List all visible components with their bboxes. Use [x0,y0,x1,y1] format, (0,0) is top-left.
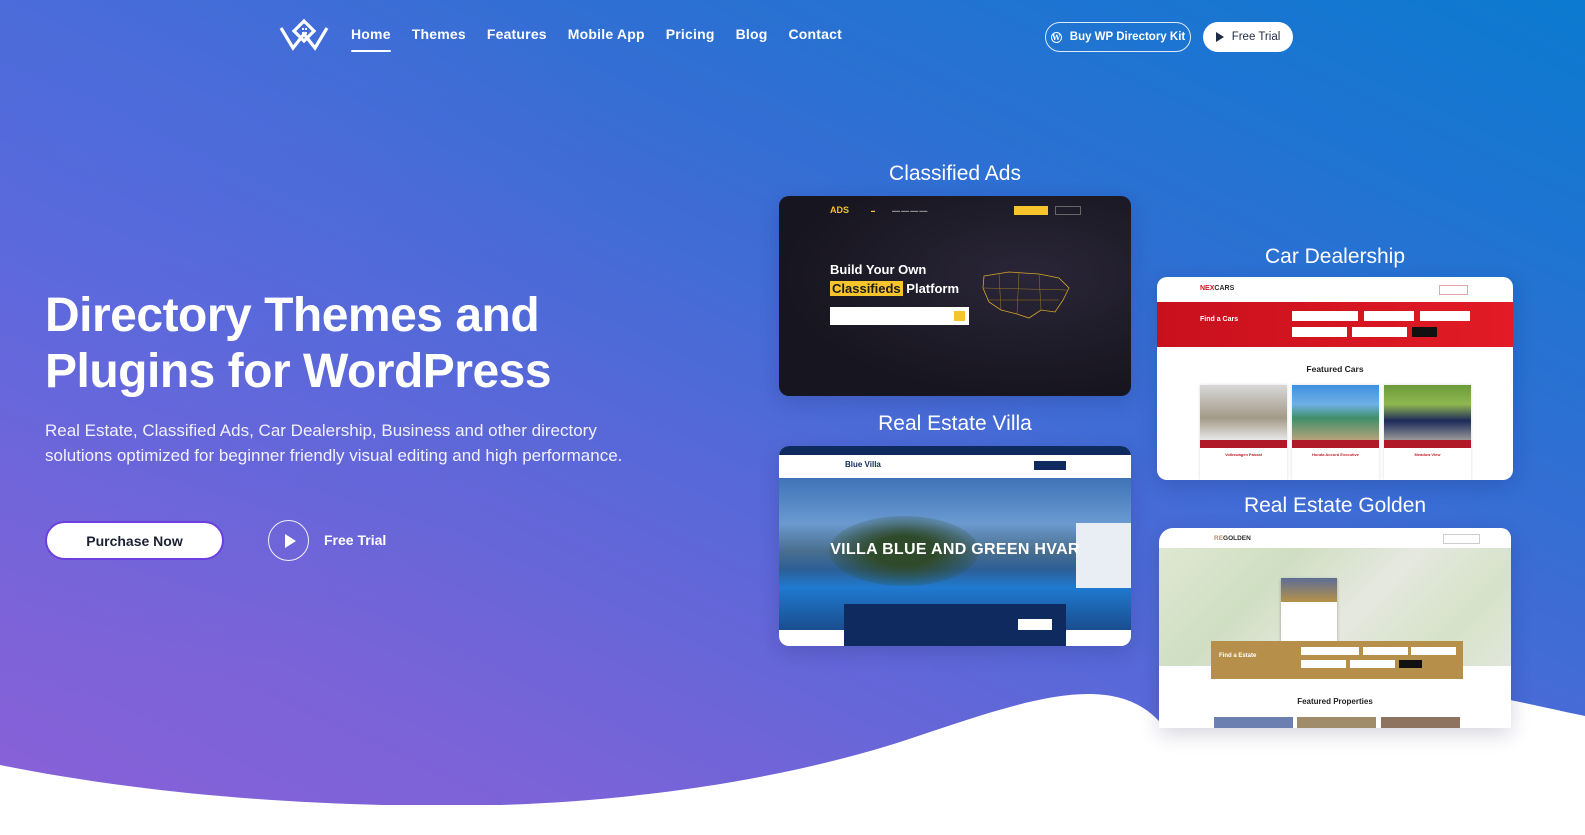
preview-title-classified-ads: Classified Ads [889,162,1021,185]
golden-map-popup [1281,578,1337,648]
golden-popup-photo [1281,578,1337,602]
villa-nav-button [1034,461,1066,470]
cars-more-button [1412,327,1437,337]
us-map-illustration [982,271,1070,319]
ads-nav-home-link: ▬ [871,208,875,213]
ads-search-icon [954,311,965,321]
car-photo [1384,385,1471,440]
villa-info-bar [779,446,1131,455]
car-name: Meadow View [1414,452,1441,457]
golden-brand: REGOLDEN [1214,535,1251,542]
golden-input [1350,660,1395,668]
ads-headline-highlight: Classifieds [830,281,903,296]
golden-brand-accent: RE [1214,535,1224,542]
ads-headline-1: Build Your Own [830,262,927,277]
car-photo [1200,385,1287,440]
car-listing: Volkswagen Passat [1200,385,1287,480]
ads-headline: Build Your Own Classifieds Platform [830,260,959,298]
car-strip [1200,440,1287,448]
golden-search-title: Find a Estate [1219,653,1257,659]
page-bottom-area [0,805,1585,835]
golden-input [1301,647,1359,655]
preview-title-car-dealership: Car Dealership [1264,245,1406,268]
preview-card-classified-ads[interactable]: ADS ▬ ▬▬ ▬▬ ▬▬ ▬▬ Build Your Own Classif… [779,196,1131,396]
cars-input [1364,311,1414,321]
car-listing: Honda Accord Executive [1292,385,1379,480]
cars-search-banner: Find a Cars [1157,302,1513,347]
cars-banner-title: Find a Cars [1200,316,1239,323]
car-strip [1384,440,1471,448]
car-photo [1292,385,1379,440]
golden-brand-rest: GOLDEN [1223,535,1251,542]
cars-add-button [1439,285,1468,295]
golden-section-title: Featured Properties [1297,697,1373,706]
villa-navbar [779,455,1131,478]
golden-input [1301,660,1346,668]
cars-brand: NEXCARS [1200,285,1234,292]
preview-title-real-estate-golden: Real Estate Golden [1243,494,1427,517]
hero-section: Home Themes Features Mobile App Pricing … [0,0,1585,835]
golden-more-button [1399,660,1422,668]
cars-input [1292,327,1347,337]
ads-currency-select [1055,206,1081,215]
preview-card-real-estate-golden[interactable]: REGOLDEN Find a Estate Featured Properti… [1159,528,1511,728]
golden-add-listing-button [1443,534,1480,544]
preview-card-car-dealership[interactable]: NEXCARS Find a Cars Featured Cars Volksw… [1157,277,1513,480]
golden-input [1411,647,1456,655]
cars-input [1352,327,1407,337]
car-strip [1292,440,1379,448]
villa-hero-title: VILLA BLUE AND GREEN HVAR [830,541,1080,558]
ads-brand: ADS [830,205,850,215]
preview-card-real-estate-villa[interactable]: Blue Villa VILLA BLUE AND GREEN HVAR [779,446,1131,646]
property-thumbnail [1297,717,1376,728]
preview-title-real-estate-villa: Real Estate Villa [878,412,1032,435]
cars-brand-accent: NEX [1200,285,1215,292]
cars-brand-rest: CARS [1214,285,1235,292]
cars-input [1292,311,1358,321]
ads-nav-placeholder: ▬▬ ▬▬ ▬▬ ▬▬ [892,208,928,213]
ads-headline-2: Platform [906,281,960,296]
villa-booking-form [844,604,1066,646]
car-name: Honda Accord Executive [1312,452,1359,457]
cars-section-title: Featured Cars [1306,364,1364,374]
golden-input [1363,647,1408,655]
villa-brand: Blue Villa [845,460,881,469]
ads-search-bar [830,307,969,325]
golden-search-box: Find a Estate [1211,641,1463,679]
property-thumbnail [1214,717,1293,728]
cars-input [1420,311,1470,321]
car-name: Volkswagen Passat [1225,452,1262,457]
ads-topbar: ADS ▬ ▬▬ ▬▬ ▬▬ ▬▬ [779,196,1131,226]
ads-post-button [1014,206,1048,215]
property-thumbnail [1381,717,1460,728]
villa-booking-button [1018,619,1052,630]
car-listing: Meadow View [1384,385,1471,480]
